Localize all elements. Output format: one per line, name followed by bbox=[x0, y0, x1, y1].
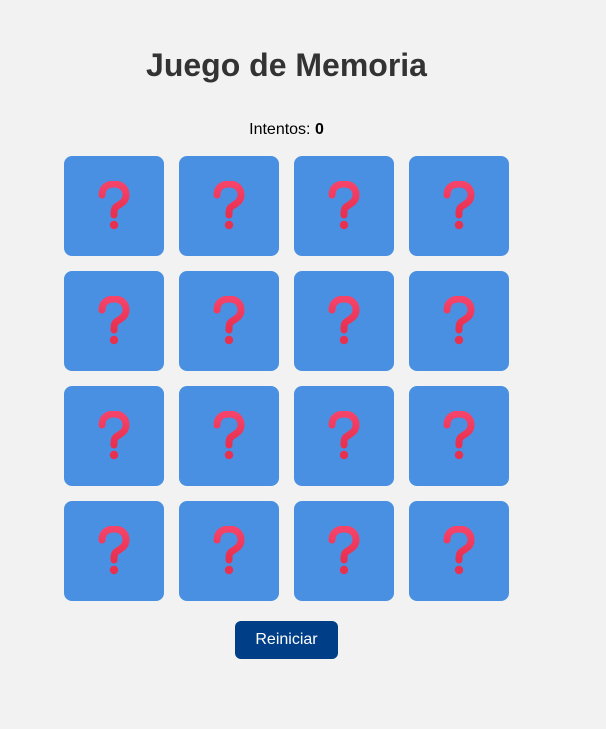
memory-card[interactable] bbox=[294, 156, 394, 256]
memory-card[interactable] bbox=[64, 271, 164, 371]
memory-card[interactable] bbox=[409, 271, 509, 371]
memory-card[interactable] bbox=[179, 271, 279, 371]
question-mark-icon bbox=[328, 181, 360, 230]
memory-card[interactable] bbox=[294, 386, 394, 486]
memory-card[interactable] bbox=[409, 501, 509, 601]
attempts-label: Intentos: bbox=[249, 121, 311, 138]
question-mark-icon bbox=[213, 526, 245, 575]
memory-card[interactable] bbox=[179, 156, 279, 256]
question-mark-icon bbox=[98, 181, 130, 230]
reset-button[interactable]: Reiniciar bbox=[235, 621, 338, 659]
question-mark-icon bbox=[443, 181, 475, 230]
question-mark-icon bbox=[443, 296, 475, 345]
memory-card[interactable] bbox=[64, 386, 164, 486]
question-mark-icon bbox=[213, 181, 245, 230]
question-mark-icon bbox=[443, 411, 475, 460]
memory-card[interactable] bbox=[409, 386, 509, 486]
question-mark-icon bbox=[443, 526, 475, 575]
question-mark-icon bbox=[98, 526, 130, 575]
question-mark-icon bbox=[328, 526, 360, 575]
memory-card[interactable] bbox=[294, 501, 394, 601]
question-mark-icon bbox=[213, 296, 245, 345]
question-mark-icon bbox=[98, 411, 130, 460]
memory-card[interactable] bbox=[294, 271, 394, 371]
attempts-counter: Intentos: 0 bbox=[0, 121, 573, 139]
memory-card[interactable] bbox=[64, 156, 164, 256]
question-mark-icon bbox=[328, 411, 360, 460]
attempts-value: 0 bbox=[314, 121, 324, 138]
memory-card[interactable] bbox=[179, 501, 279, 601]
memory-card[interactable] bbox=[409, 156, 509, 256]
page-title: Juego de Memoria bbox=[146, 47, 427, 83]
memory-card[interactable] bbox=[64, 501, 164, 601]
question-mark-icon bbox=[328, 296, 360, 345]
memory-card[interactable] bbox=[179, 386, 279, 486]
question-mark-icon bbox=[213, 411, 245, 460]
card-grid bbox=[64, 156, 509, 601]
question-mark-icon bbox=[98, 296, 130, 345]
